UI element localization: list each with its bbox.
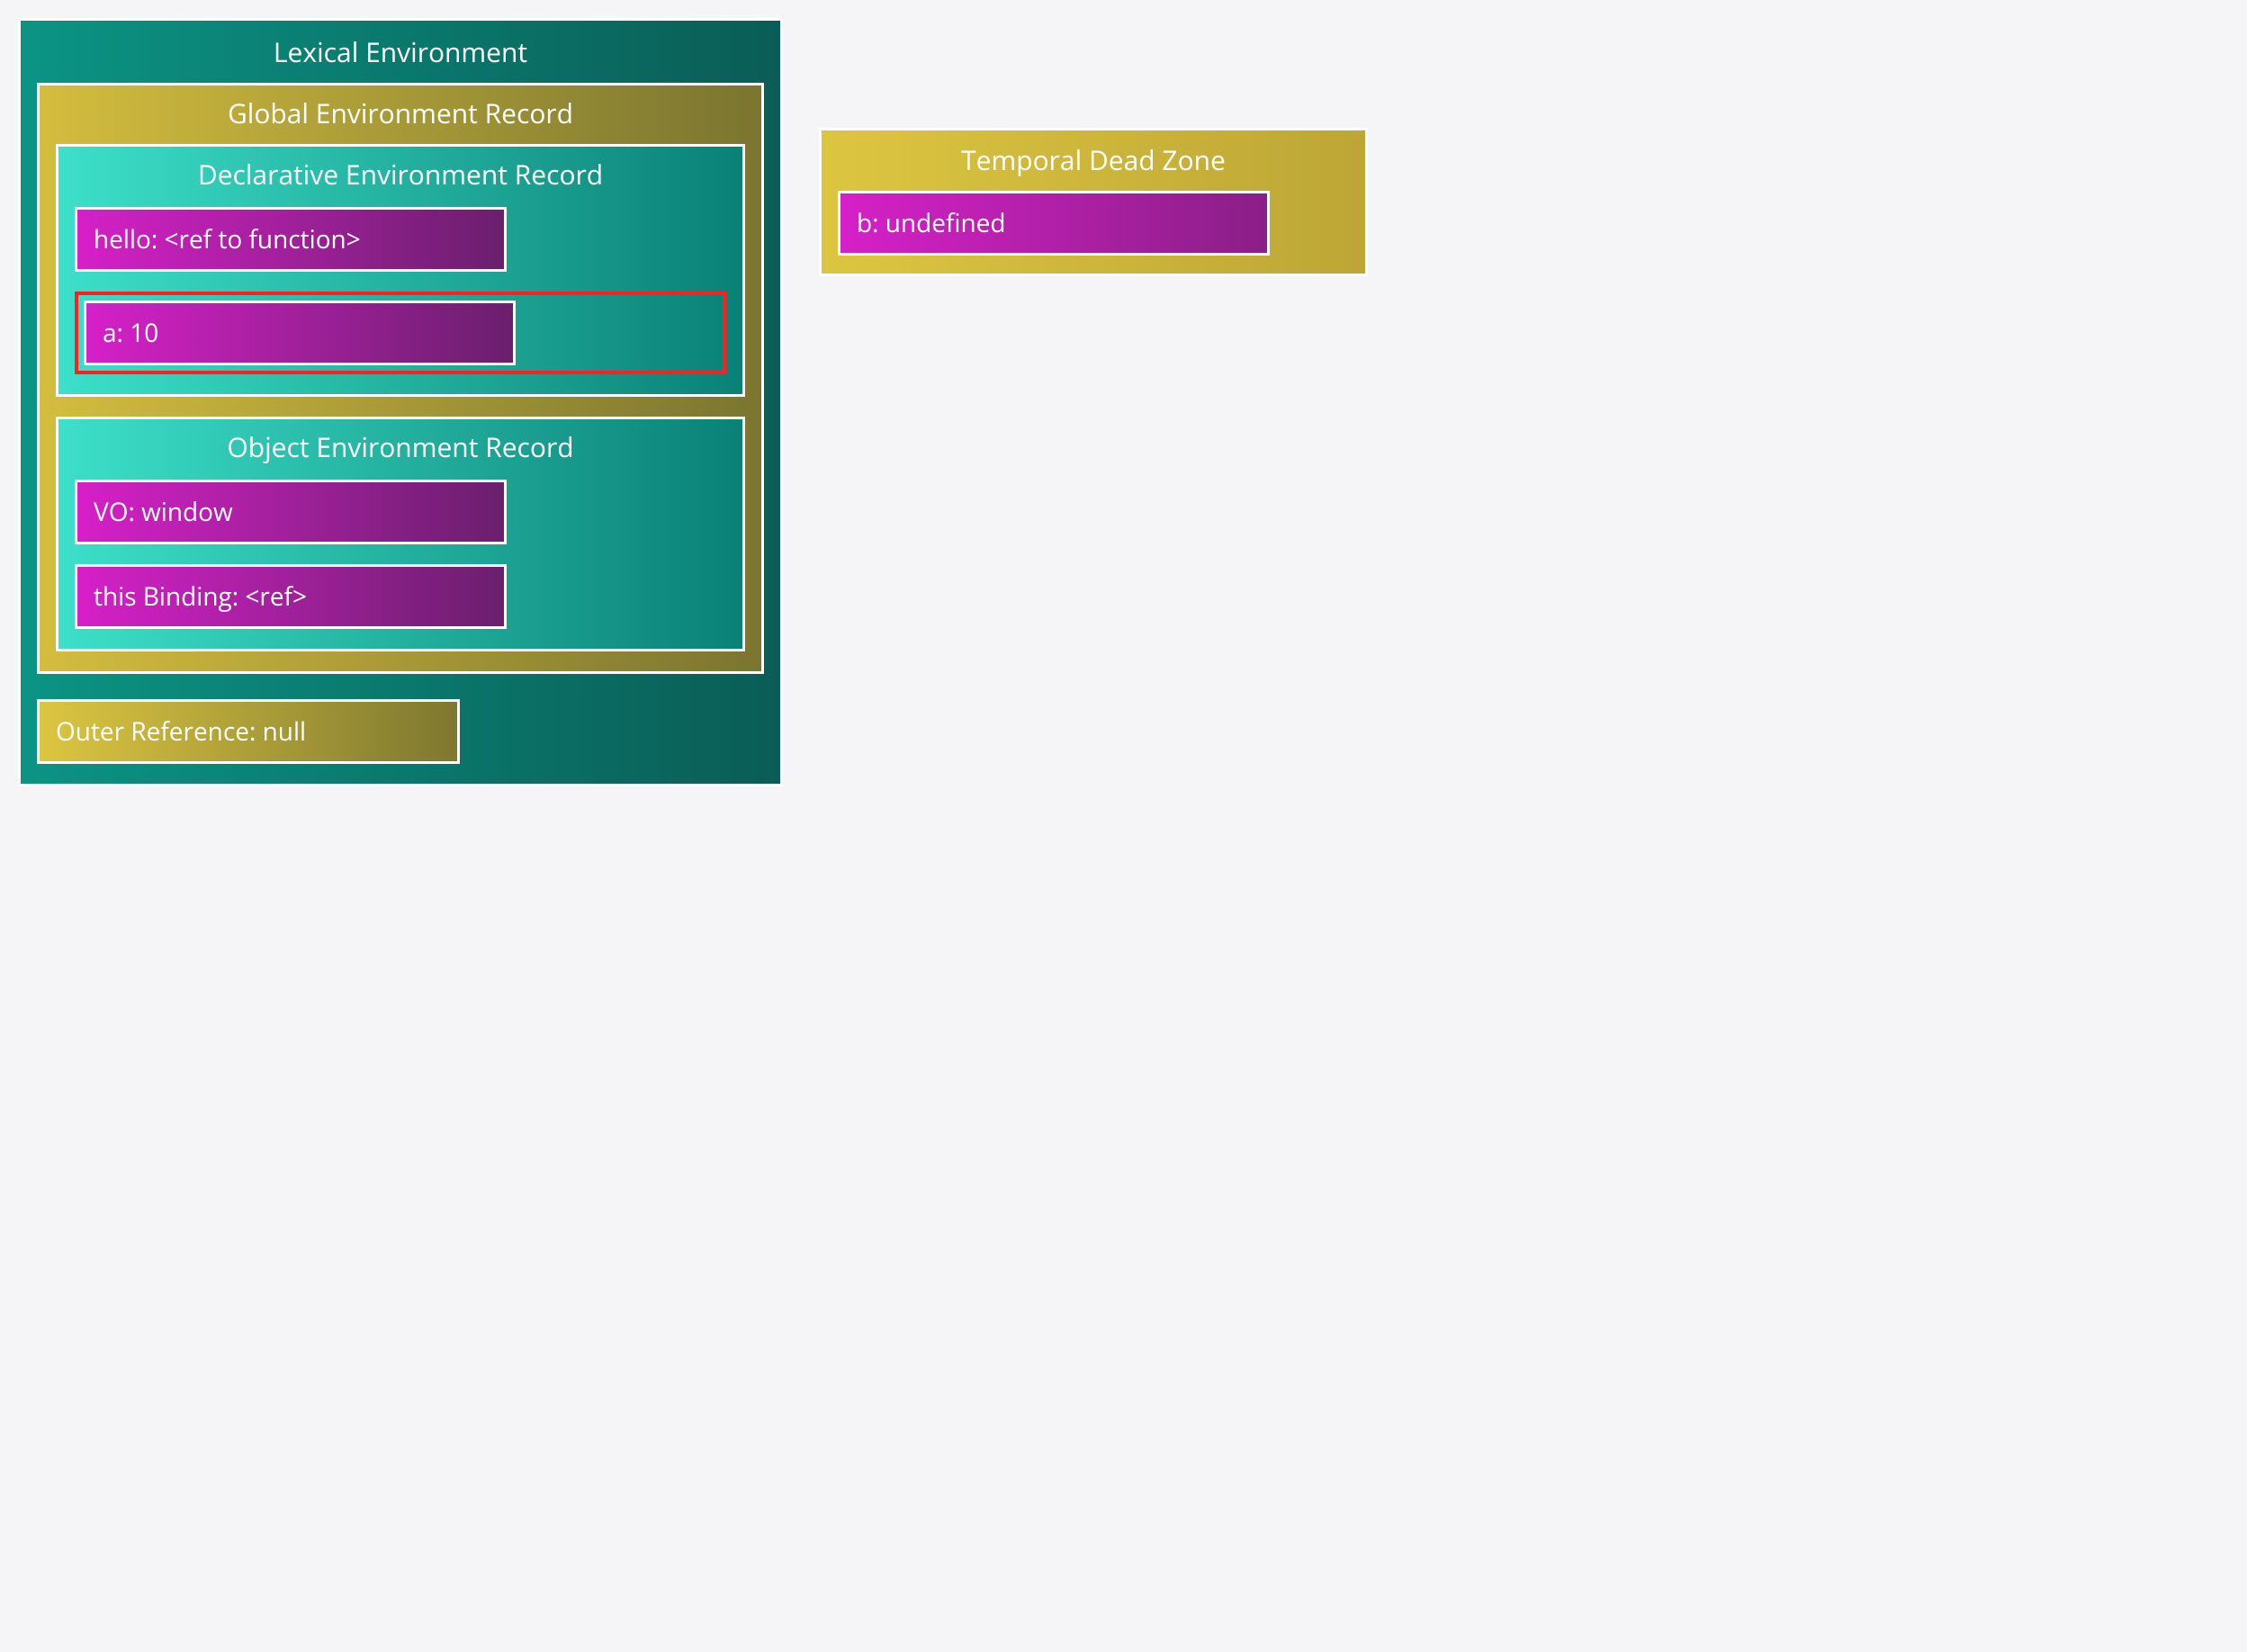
declarative-environment-record-title: Declarative Environment Record bbox=[75, 156, 726, 193]
declarative-environment-record-box: Declarative Environment Record hello: <r… bbox=[56, 144, 745, 397]
binding-b: b: undefined bbox=[838, 191, 1270, 256]
object-environment-record-title: Object Environment Record bbox=[75, 428, 726, 465]
binding-this: this Binding: <ref> bbox=[75, 564, 507, 629]
outer-reference-box: Outer Reference: null bbox=[37, 699, 460, 764]
global-environment-record-box: Global Environment Record Declarative En… bbox=[37, 83, 764, 674]
object-environment-record-box: Object Environment Record VO: window thi… bbox=[56, 417, 745, 651]
temporal-dead-zone-title: Temporal Dead Zone bbox=[838, 141, 1349, 178]
binding-wrapper-highlighted: a: 10 bbox=[75, 292, 726, 374]
lexical-environment-box: Lexical Environment Global Environment R… bbox=[18, 18, 783, 786]
binding-wrapper: VO: window bbox=[75, 480, 726, 544]
binding-wrapper: this Binding: <ref> bbox=[75, 564, 726, 629]
binding-a: a: 10 bbox=[84, 301, 516, 365]
binding-hello: hello: <ref to function> bbox=[75, 207, 507, 272]
binding-wrapper: hello: <ref to function> bbox=[75, 207, 726, 272]
binding-vo: VO: window bbox=[75, 480, 507, 544]
lexical-environment-title: Lexical Environment bbox=[37, 33, 764, 70]
temporal-dead-zone-box: Temporal Dead Zone b: undefined bbox=[819, 128, 1368, 276]
global-environment-record-title: Global Environment Record bbox=[56, 94, 745, 131]
